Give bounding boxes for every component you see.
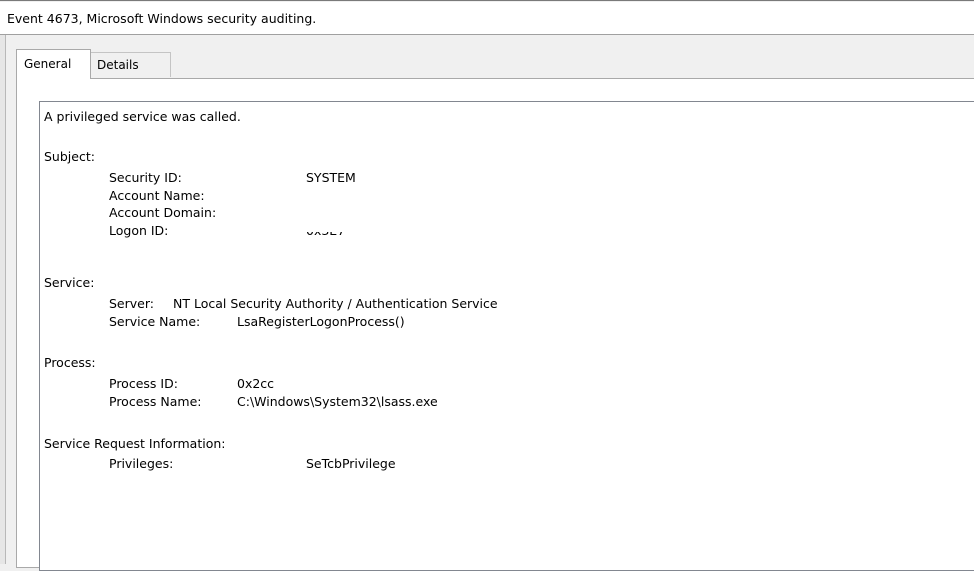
server-label: Server: [109,296,154,311]
process-id-value: 0x2cc [237,376,275,391]
service-name-label: Service Name: [109,314,201,329]
service-heading: Service: [44,275,95,290]
process-name-value: C:\Windows\System32\lsass.exe [237,394,438,409]
service-name-value: LsaRegisterLogonProcess() [237,314,405,329]
subject-heading: Subject: [44,149,95,164]
security-id-value: SYSTEM [306,170,356,185]
event-summary: A privileged service was called. [44,109,241,124]
redacted-area [292,184,433,232]
privileges-value: SeTcbPrivilege [306,456,396,471]
process-name-label: Process Name: [109,394,202,409]
tab-general[interactable]: General [16,49,91,79]
server-value: NT Local Security Authority / Authentica… [173,296,498,311]
logon-id-label: Logon ID: [109,223,169,238]
event-properties-window: Event 4673, Microsoft Windows security a… [0,0,974,571]
account-name-label: Account Name: [109,188,205,203]
request-info-heading: Service Request Information: [44,436,226,451]
tab-details[interactable]: Details [91,52,171,77]
process-heading: Process: [44,355,96,370]
event-header-bar: Event 4673, Microsoft Windows security a… [0,2,974,35]
privileges-label: Privileges: [109,456,174,471]
account-domain-label: Account Domain: [109,205,217,220]
left-pane-edge [0,35,6,564]
security-id-label: Security ID: [109,170,182,185]
process-id-label: Process ID: [109,376,178,391]
event-title: Event 4673, Microsoft Windows security a… [7,11,317,26]
